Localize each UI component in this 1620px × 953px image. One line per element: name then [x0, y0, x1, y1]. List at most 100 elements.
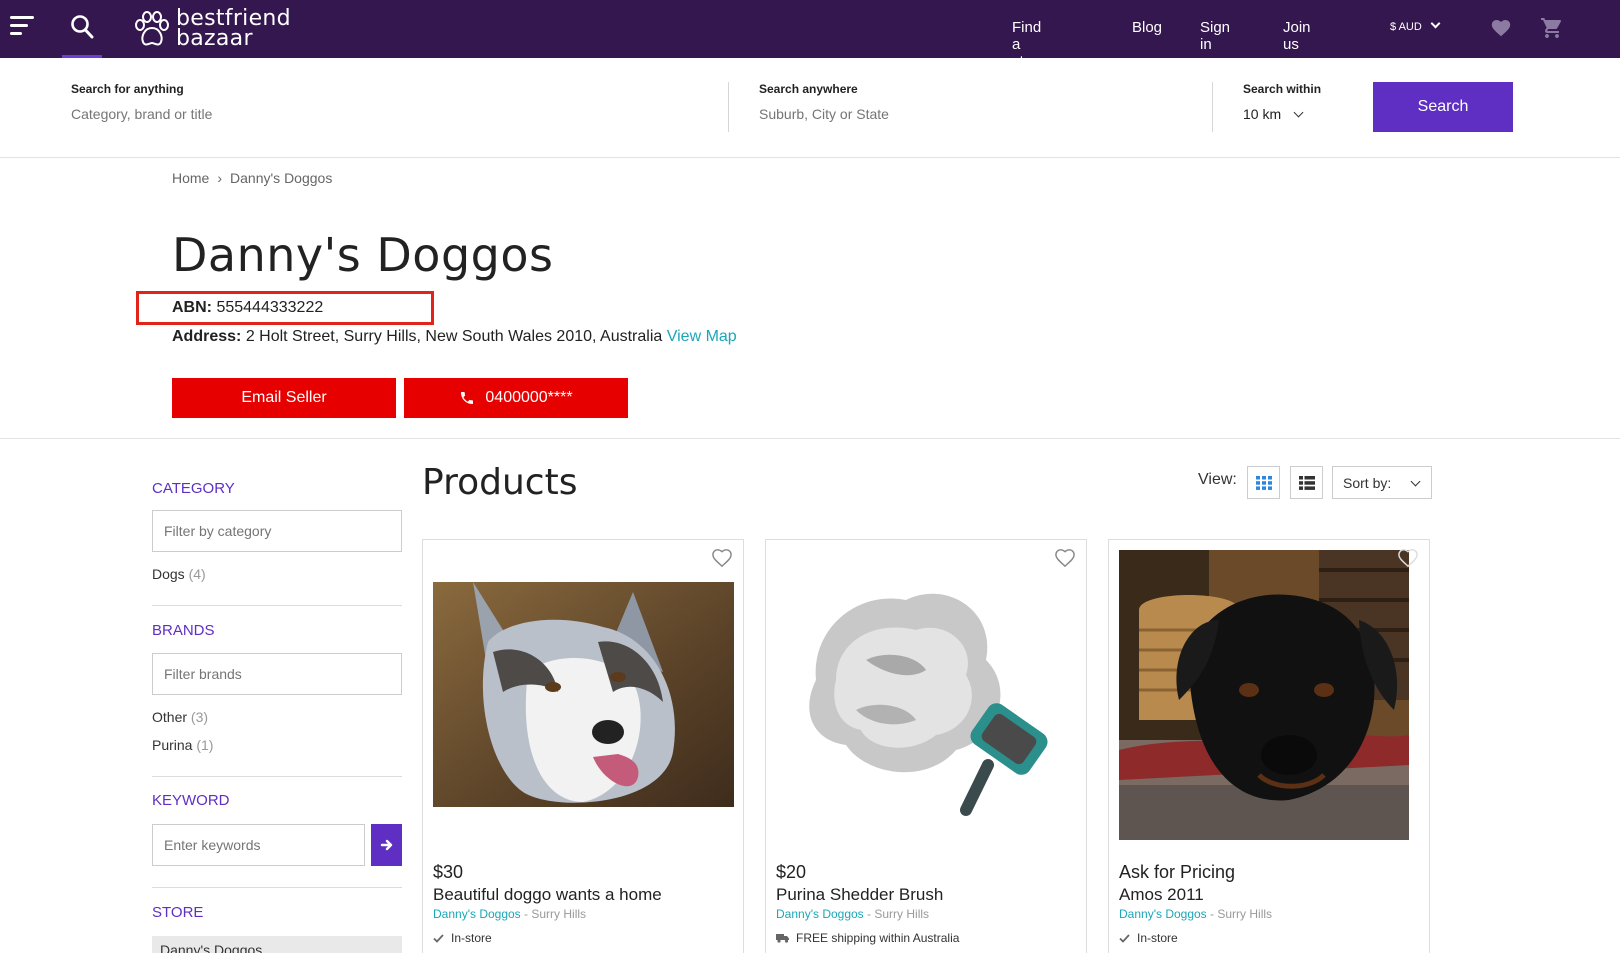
favorite-heart-icon[interactable] [711, 548, 733, 568]
husky-photo[interactable] [433, 582, 734, 807]
products-heading: Products [422, 462, 578, 503]
address-value: 2 Holt Street, Surry Hills, New South Wa… [245, 328, 663, 345]
phone-button[interactable]: 0400000**** [404, 378, 628, 418]
section-divider [0, 438, 1620, 439]
email-seller-button[interactable]: Email Seller [172, 378, 396, 418]
search-within-select[interactable]: 10 km [1243, 106, 1321, 122]
favorite-heart-icon[interactable] [1397, 548, 1419, 568]
search-anywhere-input[interactable] [759, 106, 1139, 122]
check-icon [1119, 933, 1130, 943]
view-map-link[interactable]: View Map [667, 328, 737, 345]
keyword-input[interactable] [152, 824, 365, 866]
category-filter-input[interactable] [152, 510, 402, 552]
grid-view-button[interactable] [1247, 466, 1280, 499]
product-store-link[interactable]: Danny's Doggos [776, 907, 864, 921]
product-price: $20 [776, 862, 807, 882]
chevron-down-icon [1410, 476, 1421, 487]
search-button[interactable]: Search [1373, 82, 1513, 132]
search-anywhere-label: Search anywhere [759, 82, 858, 96]
favorite-heart-icon[interactable] [1054, 548, 1076, 568]
brand-name: Purina [152, 737, 193, 753]
chevron-down-icon [1430, 18, 1441, 29]
product-store: Danny's Doggos - Surry Hills [776, 907, 929, 921]
search-anything-field: Search for anything [71, 82, 631, 124]
nav-blog[interactable]: Blog [1132, 19, 1162, 36]
category-name: Dogs [152, 566, 185, 582]
product-card[interactable]: $30 Beautiful doggo wants a home Danny's… [422, 539, 744, 953]
search-toggle-button[interactable] [62, 0, 102, 58]
site-logo[interactable]: bestfriend bazaar [132, 6, 291, 52]
search-icon [71, 15, 94, 39]
divider [1212, 82, 1213, 132]
divider [152, 776, 402, 777]
product-title[interactable]: Amos 2011 [1119, 885, 1204, 905]
divider [152, 887, 402, 888]
chevron-down-icon [1293, 107, 1304, 118]
paw-icon [135, 11, 169, 46]
search-anything-label: Search for anything [71, 82, 184, 96]
store-heading: STORE [152, 904, 204, 921]
store-select[interactable]: Danny's Doggos [152, 936, 402, 953]
phone-icon [461, 392, 474, 404]
rottweiler-photo[interactable] [1119, 550, 1409, 840]
divider [728, 82, 729, 132]
sort-by-label: Sort by: [1343, 475, 1392, 491]
product-location: - Surry Hills [520, 907, 587, 921]
product-delivery: In-store [1119, 931, 1178, 945]
product-delivery-text: In-store [451, 931, 492, 945]
product-title[interactable]: Beautiful doggo wants a home [433, 885, 662, 905]
currency-selector[interactable]: $ AUD [1390, 18, 1441, 33]
nav-join-us[interactable]: Join us [1283, 19, 1311, 53]
logo-line-2: bazaar [176, 26, 253, 51]
nav-sign-in[interactable]: Sign in [1200, 19, 1230, 53]
product-store: Danny's Doggos - Surry Hills [1119, 907, 1272, 921]
breadcrumb-home[interactable]: Home [172, 170, 209, 186]
search-anything-input[interactable] [71, 106, 631, 122]
currency-label: $ AUD [1390, 21, 1422, 33]
cart-icon[interactable] [1540, 16, 1564, 40]
brand-count: (3) [190, 709, 209, 725]
product-delivery: FREE shipping within Australia [776, 931, 959, 945]
grid-icon [1255, 475, 1272, 490]
keyword-heading: KEYWORD [152, 792, 230, 809]
store-select-value: Danny's Doggos [160, 942, 263, 953]
search-anywhere-field: Search anywhere [759, 82, 1139, 124]
hamburger-menu-icon[interactable] [10, 16, 36, 42]
check-icon [433, 933, 444, 943]
phone-number: 0400000**** [485, 389, 573, 406]
list-icon [1298, 475, 1315, 490]
search-within-value: 10 km [1243, 106, 1282, 122]
abn-label: ABN: [172, 299, 212, 316]
product-store-link[interactable]: Danny's Doggos [433, 907, 521, 921]
brand-item-purina[interactable]: Purina (1) [152, 737, 213, 753]
search-within-field[interactable]: Search within 10 km [1243, 82, 1321, 122]
search-bar: Search for anything Search anywhere Sear… [0, 58, 1620, 158]
shedder-brush-photo[interactable] [776, 570, 1077, 820]
category-heading: CATEGORY [152, 480, 235, 497]
view-label: View: [1198, 471, 1237, 488]
abn-value: 555444333222 [216, 299, 324, 316]
truck-icon [776, 934, 789, 943]
arrow-right-icon [380, 839, 392, 851]
list-view-button[interactable] [1290, 466, 1323, 499]
brands-heading: BRANDS [152, 622, 215, 639]
heart-icon[interactable] [1490, 17, 1512, 39]
product-location: - Surry Hills [1206, 907, 1273, 921]
email-seller-label: Email Seller [241, 389, 327, 406]
product-card[interactable]: Ask for Pricing Amos 2011 Danny's Doggos… [1108, 539, 1430, 953]
keyword-submit-button[interactable] [371, 824, 402, 866]
breadcrumb-separator: › [217, 170, 223, 186]
brand-count: (1) [196, 737, 214, 753]
search-within-label: Search within [1243, 82, 1322, 96]
category-item-dogs[interactable]: Dogs (4) [152, 566, 206, 582]
brands-filter-input[interactable] [152, 653, 402, 695]
brand-item-other[interactable]: Other (3) [152, 709, 208, 725]
sort-by-select[interactable]: Sort by: [1332, 466, 1432, 499]
product-title[interactable]: Purina Shedder Brush [776, 885, 943, 905]
abn-line: ABN: 555444333222 [172, 299, 323, 317]
product-price: $30 [433, 862, 464, 882]
product-location: - Surry Hills [863, 907, 930, 921]
product-delivery-text: FREE shipping within Australia [796, 931, 960, 945]
product-store-link[interactable]: Danny's Doggos [1119, 907, 1207, 921]
product-card[interactable]: $20 Purina Shedder Brush Danny's Doggos … [765, 539, 1087, 953]
